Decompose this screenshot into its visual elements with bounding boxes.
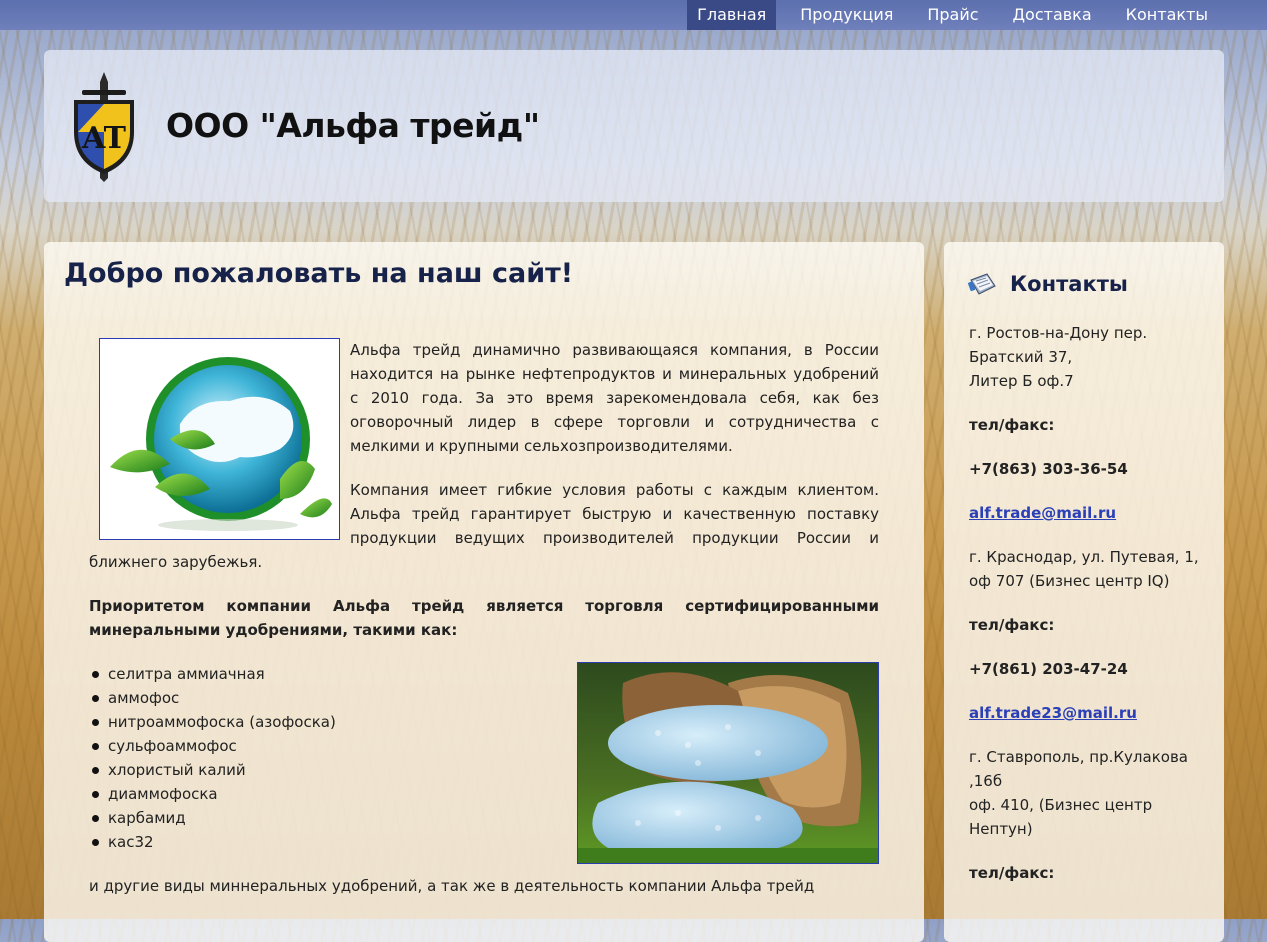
nav-item-delivery[interactable]: Доставка [996, 0, 1109, 30]
nav-item-home[interactable]: Главная [687, 0, 777, 30]
globe-image [99, 338, 340, 540]
list-item: селитра аммиачная [89, 662, 879, 686]
address-line: оф. 410, (Бизнес центр Нептун) [969, 796, 1153, 838]
nav-item-contacts[interactable]: Контакты [1109, 0, 1225, 30]
contacts-heading: Контакты [968, 272, 1128, 296]
phone-number: +7(863) 303-36-54 [969, 460, 1128, 478]
address-line: г. Ростов-на-Дону пер. Братский 37, [969, 324, 1148, 366]
list-item: кас32 [89, 830, 879, 854]
address-line: оф 707 (Бизнес центр IQ) [969, 572, 1170, 590]
office-address: г. Ставрополь, пр.Кулакова ,16б оф. 410,… [969, 745, 1207, 841]
address-line: Литер Б оф.7 [969, 372, 1074, 390]
address-line: г. Ставрополь, пр.Кулакова ,16б [969, 748, 1188, 790]
list-item: карбамид [89, 806, 879, 830]
contacts-body: г. Ростов-на-Дону пер. Братский 37, Лите… [969, 321, 1207, 905]
office-address: г. Ростов-на-Дону пер. Братский 37, Лите… [969, 321, 1207, 393]
company-logo-icon[interactable]: AT [68, 70, 140, 182]
site-title: ООО "Альфа трейд" [166, 106, 540, 145]
nav-item-products[interactable]: Продукция [783, 0, 910, 30]
contacts-title: Контакты [1010, 272, 1128, 296]
office-address: г. Краснодар, ул. Путевая, 1, оф 707 (Би… [969, 545, 1207, 593]
phone-label: тел/факс: [969, 864, 1055, 882]
nav-item-price[interactable]: Прайс [910, 0, 995, 30]
list-item: хлористый калий [89, 758, 879, 782]
nav-menu: Главная Продукция Прайс Доставка Контакт… [687, 0, 1225, 30]
list-item: сульфоаммофос [89, 734, 879, 758]
address-line: г. Краснодар, ул. Путевая, 1, [969, 548, 1199, 566]
email-link[interactable]: alf.trade23@mail.ru [969, 704, 1137, 722]
logo-letters: AT [81, 121, 127, 156]
top-nav-bar: Главная Продукция Прайс Доставка Контакт… [0, 0, 1267, 30]
site-header: AT ООО "Альфа трейд" [44, 50, 1224, 202]
email-link[interactable]: alf.trade@mail.ru [969, 504, 1116, 522]
phone-label: тел/факс: [969, 616, 1055, 634]
phone-number: +7(861) 203-47-24 [969, 660, 1128, 678]
phone-label: тел/факс: [969, 416, 1055, 434]
article-body: Альфа трейд динамично развивающаяся комп… [89, 338, 879, 918]
globe-leaves-icon [110, 357, 332, 531]
page-heading: Добро пожаловать на наш сайт! [64, 258, 574, 289]
main-content-panel: Добро пожаловать на наш сайт! Альфа трей… [44, 242, 924, 942]
list-item: аммофос [89, 686, 879, 710]
address-book-icon [968, 273, 996, 295]
list-item: диаммофоска [89, 782, 879, 806]
priority-paragraph: Приоритетом компании Альфа трейд являетс… [89, 597, 879, 639]
closing-paragraph: и другие виды миннеральных удобрений, а … [89, 877, 815, 895]
list-item: нитроаммофоска (азофоска) [89, 710, 879, 734]
contacts-sidebar: Контакты г. Ростов-на-Дону пер. Братский… [944, 242, 1224, 942]
fertilizer-list: селитра аммиачная аммофос нитроаммофоска… [89, 662, 879, 854]
